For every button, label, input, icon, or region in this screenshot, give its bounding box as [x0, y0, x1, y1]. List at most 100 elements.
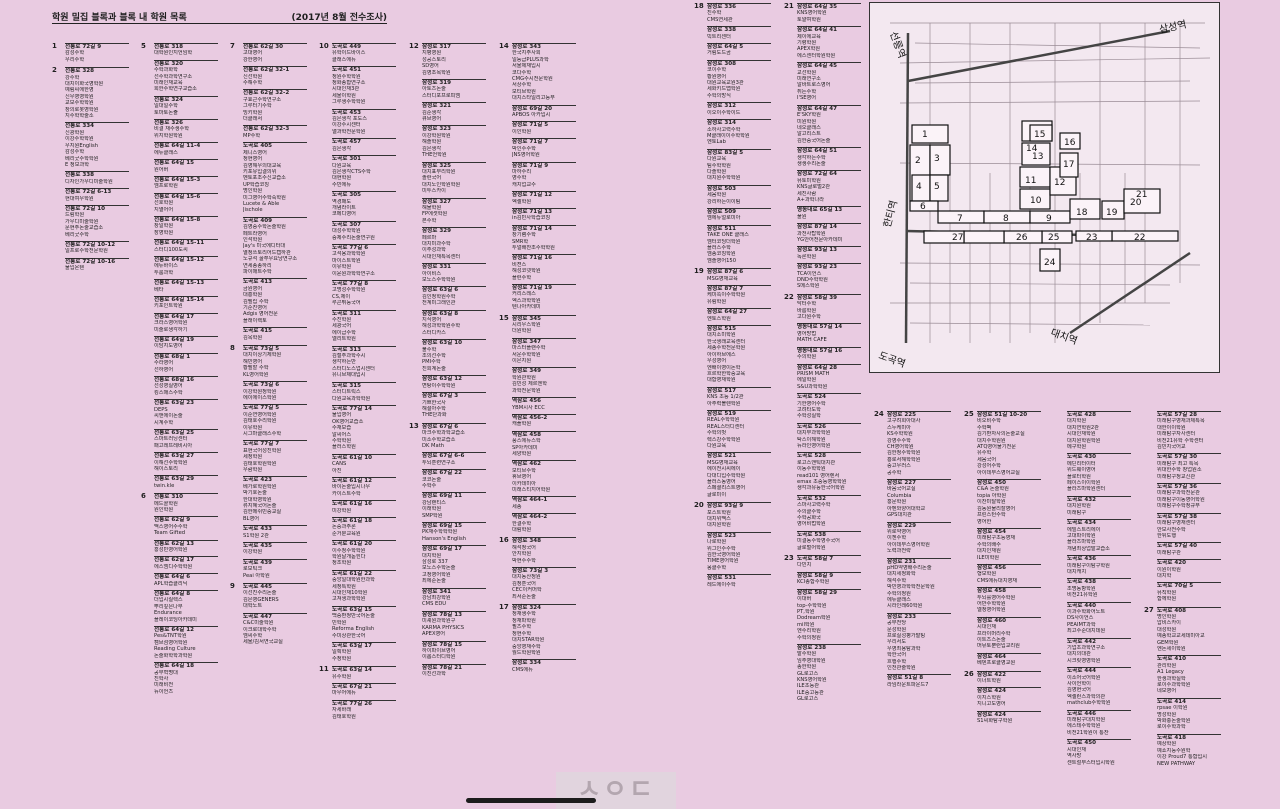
street-address: 도곡로 420 — [1157, 559, 1221, 566]
street-address: 삼성로 64길 41 — [797, 26, 861, 33]
street-address: 도곡로 457 — [332, 138, 396, 145]
address-group: 도곡로 450 시대인재 역사방 센트럴부스터입시학원 — [1067, 739, 1131, 766]
block-label-25: 25 — [1048, 233, 1059, 243]
address-group: 도곡로 433 S1학원 2관 — [243, 525, 307, 539]
academy-name: 레드에이수학 — [707, 581, 736, 588]
street-address: 삼성로 67길 6 — [422, 422, 486, 430]
block-body: 삼성로 225 고구려희아대사 스누케미아 KS수학학원 강영수수학 CH영어학원 김한정수… — [887, 410, 951, 691]
street-address: 도곡로 57길 40 — [1157, 542, 1221, 549]
street-address: 도곡로 528 — [797, 452, 861, 459]
address-group: 삼성로 308 코이수학 황원영어 대원교육교원3관 세화키드맵학원 수학의방식 — [707, 59, 771, 99]
block-number: 15 — [499, 313, 509, 322]
academy-name: 수학성실학 — [797, 413, 821, 420]
block-entry: 17 삼성로 324 정재생수학 정재파학원 필즈수학 정현수학 대치STAR학원 중앙영재수… — [499, 603, 585, 676]
address-group: 삼성로 331 아이비스 모노스수학학원 — [422, 263, 486, 283]
address-group: 선릉로 64길 15 원어버 — [154, 159, 218, 173]
address-group: 선릉로 62길 32-2 구효근수학연구소 그루터기수학 밍키학원 더클래서 — [243, 89, 307, 122]
street-address: 삼성로 323 — [422, 125, 486, 132]
list-column: 25 삼성로 51길 10-20 비오비수학 수학팩 김기환자사의논술교실 대치수학원원 A… — [964, 410, 1050, 727]
address-group: 도곡로 63길 15 백승환정만국어논술 민학원 Reforma English 수미상… — [332, 605, 396, 639]
block-body: 선릉로 318 대학원인지언임학선릉로 320 수학과화학 선수학과학연구소 미래인재교… — [154, 42, 218, 492]
street-address: 삼성로 58길 29 — [797, 588, 861, 596]
academy-name: 그루생수학학원 — [332, 99, 366, 106]
list-column: 21 삼성로 64길 35 KNS영어학원 토얄여학원 삼성로 64길 41 제이에교육 기… — [784, 2, 870, 706]
block-label-5: 5 — [934, 182, 940, 192]
block-body: 선릉로 328 강수학 대치이화국영학원 예림씨에한영 신우영영학원 교보수학학원 창의로봇… — [65, 66, 129, 274]
academy-name: 이강학원 — [243, 549, 263, 556]
address-group: 도곡로 77길 14 물입영어 OK영어교습소 수재보습 알씨어스 수학학원 플러스학원 — [332, 404, 396, 451]
address-group: 삼성로 64길 47 E'SKY학원 미원학원 네오클래스 알고리스트 김한중국어논술 — [797, 104, 861, 144]
academy-name: 아진 — [332, 467, 342, 474]
academy-name: 강리하는이이팀 — [707, 198, 741, 205]
address-group: 도곡로 73길 5 대치이상기체학원 해민영어 황필할 수학 KL영어학원 — [243, 345, 307, 378]
street-address: 역삼로 456 — [512, 397, 576, 404]
address-group: 도곡로 528 로고스앤틱대치관 이동수학학원 read101 영어렌서 emax 초중… — [797, 452, 861, 491]
block-number: 12 — [409, 42, 419, 50]
street-address: 선릉로 328 — [65, 67, 129, 74]
address-group: 도곡로 57길 38 미래탐구영재센터 안보사전수학 한뒤도행 — [1157, 512, 1221, 540]
street-address: 도곡로 77길 14 — [332, 404, 396, 412]
block-entry: 22 삼성로 58길 39 닥터수학 바름학원 고다원수학 영동대로 57길 14 영어방법… — [784, 293, 870, 554]
academy-name: 이은지원 — [512, 358, 532, 365]
academy-name: 엔토Lab — [707, 139, 726, 146]
address-group: 선릉로 64길 18 공부혁명대 진학사 미래비전 뉴이언즈 — [154, 662, 218, 695]
academy-name: 수의학원 — [797, 354, 817, 361]
academy-name: 이진선과학 — [422, 671, 446, 678]
address-group: 선릉로 64길 15-14 키포인트학원 — [154, 296, 218, 310]
block-number: 8 — [230, 344, 235, 353]
academy-name: 우람학원 — [243, 466, 263, 473]
address-group: 도곡로 434 에밀스트리에이 고대파이학원 플라즈마학원 개념최상업발교습소 — [1067, 519, 1131, 552]
academy-name: 최서준논술 — [512, 593, 536, 600]
street-address: 도곡로 538 — [797, 530, 861, 538]
block-number: 18 — [694, 2, 704, 10]
address-group: 선릉로 318 대학원인지언임학 — [154, 43, 218, 57]
street-address: 삼성로 71길 12 — [512, 191, 576, 198]
street-address: 도곡로 447 — [243, 612, 307, 620]
list-column: 7 선릉로 62길 30 고대영어 강한영어 선릉로 62길 32-1 신선학원 수해수학 선… — [230, 42, 316, 649]
academy-name: YBM시사 ECC — [512, 404, 545, 411]
address-group: 선릉로 320 수학과화학 선수학과학연구소 미래인재교육 희한수학연구교습소 — [154, 59, 218, 93]
academy-name: MSG영재교육 — [707, 275, 738, 282]
street-address: 삼성로 517 — [707, 386, 771, 394]
street-address: 도곡로 428 — [1067, 411, 1131, 418]
academy-name: 플런수학 — [512, 274, 532, 281]
block-label-8: 8 — [1003, 214, 1009, 224]
address-group: 삼성로 71길 7 박인수수학 JNS영어학원 — [512, 138, 576, 158]
street-address: 삼성로 460 — [977, 616, 1041, 624]
address-group: 역삼로 456 YBM시사 ECC — [512, 397, 576, 411]
address-group: 삼성로 238 발수학원 임주영대학원 송한학원 GL로고스 KNS영어학원 ILE초등관 I… — [797, 643, 861, 703]
academy-name: 김태호학원 — [332, 713, 356, 720]
academy-name: 글로벌어학원 — [797, 544, 826, 551]
street-address: 선릉로 72길 10 — [65, 204, 129, 212]
academy-name: S1씨화탐구학원 — [977, 718, 1013, 725]
street-address: 도곡로 301 — [332, 155, 396, 162]
address-group: 삼성로 458 두뇌를영어수학원 어반수학학원 엘정영어학원 — [977, 587, 1041, 614]
academy-name: 이인학원 — [512, 128, 532, 135]
street-address: 선릉로 72길 9 — [65, 43, 129, 50]
street-address: 도곡로 444 — [1067, 667, 1131, 674]
block-entry: 6 선릉로 310 메드콜학원 원인학원 선릉로 62길 9 맥스영어수수학 Team Gi… — [141, 492, 227, 698]
street-address: 선릉로 63길 23 — [154, 399, 218, 406]
academy-name: 최에준논술 — [422, 578, 446, 585]
block-label-26: 26 — [1016, 233, 1028, 243]
address-group: 삼성로 531 레드에이수학 — [707, 574, 771, 588]
address-group: 도곡로 457 김은생각 — [332, 138, 396, 152]
academy-name: 미술로생각하기 — [154, 326, 188, 333]
academy-name: ILE미학원 — [977, 554, 1000, 561]
street-address: 역삼로 462 — [512, 460, 576, 467]
academy-name: NEW PATHWAY — [1157, 760, 1196, 767]
home-indicator-bar[interactable] — [466, 798, 596, 803]
street-address: 삼성로 71길 16 — [512, 254, 576, 261]
academy-name: S메스학원 — [797, 283, 820, 290]
address-group: 도곡로 414 rpsae 이학원 명성학원 박화충논술학원 로이수학과학 — [1157, 697, 1221, 731]
block-entry: 도곡로 57길 28 미래탐구영재과제특목 대한이이학원 미래탐구자사센터 비전21유학… — [1144, 410, 1230, 606]
academy-name: 두얼배찬조수학학원 — [512, 244, 555, 251]
address-group: 삼성로 69길 15 PK재수학학학원 Hanson's English — [422, 522, 486, 542]
block-body: 삼성로 343 한국지주사회 일등급PLUS과학 서울제재입시 코다수학 CMG수시전문학… — [512, 42, 576, 314]
street-address: 삼성로 422 — [977, 670, 1041, 678]
academy-name: 다원교육과학학원 — [332, 395, 371, 402]
address-group: 선릉로 64길 12 Pes&TNT학원 캠브섬영어학원 Reading Cultur… — [154, 626, 218, 659]
academy-name: 메구학원 — [1067, 444, 1087, 451]
block-entry: 5 선릉로 318 대학원인지언임학 선릉로 320 수학과화학 선수학과학연구소 미래인재… — [141, 42, 227, 492]
address-group: 삼성로 424 이지스학원 지니고도영어 — [977, 687, 1041, 707]
